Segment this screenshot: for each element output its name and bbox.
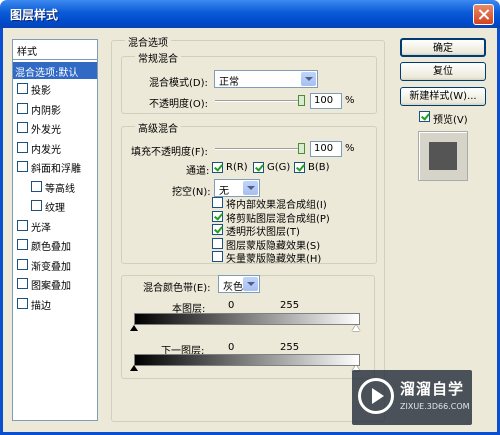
this-layer-max: 255 bbox=[280, 300, 300, 311]
style-item-label: 等高线 bbox=[45, 183, 75, 195]
style-list: 样式 混合选项:默认 投影内阴影外发光内发光斜面和浮雕等高线纹理光泽颜色叠加渐变… bbox=[12, 39, 98, 421]
reset-button[interactable]: 复位 bbox=[400, 62, 486, 81]
style-item-checkbox[interactable] bbox=[17, 102, 28, 114]
style-item-label: 斜面和浮雕 bbox=[31, 164, 81, 175]
style-item-checkbox[interactable] bbox=[17, 161, 28, 172]
style-item-checkbox[interactable] bbox=[17, 219, 28, 231]
style-item[interactable]: 颜色叠加 bbox=[15, 236, 97, 254]
style-item[interactable]: 内阴影 bbox=[15, 100, 97, 118]
watermark: 溜溜自学 ZIXUE.3D66.COM bbox=[352, 370, 472, 425]
under-layer-max: 255 bbox=[280, 342, 300, 353]
advanced-option-label: 矢量蒙版隐藏效果(H) bbox=[226, 254, 322, 265]
preview-swatch bbox=[429, 142, 457, 170]
advanced-option-checkbox[interactable] bbox=[212, 237, 223, 249]
style-item-checkbox[interactable] bbox=[31, 180, 42, 192]
channel-g-checkbox[interactable] bbox=[253, 162, 264, 173]
style-item[interactable]: 投影 bbox=[15, 80, 97, 98]
style-item-checkbox[interactable] bbox=[17, 297, 28, 309]
ok-button[interactable]: 确定 bbox=[400, 38, 486, 57]
opacity-label: 不透明度(O): bbox=[149, 99, 209, 110]
blend-mode-label: 混合模式(D): bbox=[149, 78, 208, 89]
advanced-blending-title: 高级混合 bbox=[135, 120, 181, 135]
opacity-input[interactable]: 100 bbox=[310, 93, 342, 109]
knockout-select[interactable]: 无 bbox=[214, 179, 260, 197]
fill-opacity-slider-thumb[interactable] bbox=[298, 143, 305, 154]
this-layer-min: 0 bbox=[228, 300, 235, 311]
style-item-label: 光泽 bbox=[31, 222, 51, 234]
fill-opacity-slider[interactable] bbox=[215, 143, 305, 154]
play-logo-icon bbox=[358, 378, 394, 414]
fill-opacity-unit: % bbox=[345, 143, 355, 154]
style-item-label: 内阴影 bbox=[31, 105, 61, 117]
preview-label: 预览(V) bbox=[433, 115, 468, 126]
style-item-label: 外发光 bbox=[31, 125, 61, 136]
under-layer-black-slider[interactable] bbox=[130, 365, 138, 371]
opacity-slider[interactable] bbox=[215, 95, 305, 106]
under-layer-gradient bbox=[134, 354, 360, 366]
style-preview bbox=[418, 131, 468, 181]
channels-label: 通道: bbox=[186, 166, 210, 177]
chevron-down-icon[interactable] bbox=[301, 72, 316, 86]
this-layer-white-slider[interactable] bbox=[352, 325, 360, 331]
style-item[interactable]: 渐变叠加 bbox=[15, 256, 97, 274]
style-item[interactable]: 外发光 bbox=[15, 119, 97, 137]
advanced-option-checkbox[interactable] bbox=[212, 197, 223, 208]
channel-r-label: R(R) bbox=[226, 162, 248, 173]
style-item-label: 纹理 bbox=[45, 203, 65, 214]
style-item-checkbox[interactable] bbox=[31, 200, 42, 211]
style-item-label: 图案叠加 bbox=[31, 281, 71, 292]
this-layer-black-slider[interactable] bbox=[130, 325, 138, 331]
style-item-label: 内发光 bbox=[31, 144, 61, 156]
opacity-unit: % bbox=[345, 95, 355, 106]
blend-options-title: 混合选项 bbox=[125, 34, 171, 49]
style-item[interactable]: 纹理 bbox=[15, 197, 97, 215]
blend-if-label: 混合颜色带(E): bbox=[143, 283, 211, 294]
this-layer-gradient bbox=[134, 313, 360, 325]
style-item-label: 颜色叠加 bbox=[31, 242, 71, 253]
general-blending-title: 常规混合 bbox=[135, 50, 181, 65]
fill-opacity-label: 填充不透明度(F): bbox=[131, 147, 208, 158]
style-item-label: 投影 bbox=[31, 86, 51, 97]
window-title: 图层样式 bbox=[10, 8, 59, 22]
style-item[interactable]: 描边 bbox=[15, 295, 97, 313]
channel-r-checkbox[interactable] bbox=[212, 162, 223, 173]
style-item-label: 渐变叠加 bbox=[31, 261, 71, 273]
fill-opacity-input[interactable]: 100 bbox=[310, 141, 342, 157]
advanced-option-checkbox[interactable] bbox=[212, 224, 223, 235]
style-item[interactable]: 内发光 bbox=[15, 139, 97, 157]
style-item[interactable]: 图案叠加 bbox=[15, 275, 97, 293]
chevron-down-icon[interactable] bbox=[243, 181, 258, 195]
watermark-url: ZIXUE.3D66.COM bbox=[400, 402, 470, 411]
opacity-slider-thumb[interactable] bbox=[298, 95, 305, 106]
close-icon[interactable] bbox=[473, 4, 494, 25]
knockout-label: 挖空(N): bbox=[172, 187, 211, 198]
style-list-header[interactable]: 样式 bbox=[13, 40, 97, 60]
blend-mode-select[interactable]: 正常 bbox=[214, 70, 318, 88]
style-item-checkbox[interactable] bbox=[17, 122, 28, 133]
channel-b-checkbox[interactable] bbox=[294, 162, 305, 173]
style-item-checkbox[interactable] bbox=[17, 141, 28, 153]
style-item-label: 描边 bbox=[31, 300, 51, 312]
style-item[interactable]: 斜面和浮雕 bbox=[15, 158, 97, 176]
style-item-blend-options[interactable]: 混合选项:默认 bbox=[13, 62, 97, 79]
advanced-option-checkbox[interactable] bbox=[212, 210, 223, 222]
under-layer-min: 0 bbox=[228, 342, 235, 353]
blend-if-select[interactable]: 灰色 bbox=[218, 275, 260, 293]
new-style-button[interactable]: 新建样式(W)... bbox=[400, 87, 486, 106]
style-item-checkbox[interactable] bbox=[17, 239, 28, 250]
style-item-checkbox[interactable] bbox=[17, 278, 28, 289]
channel-b-label: B(B) bbox=[308, 162, 330, 173]
style-item[interactable]: 等高线 bbox=[15, 178, 97, 196]
style-item-checkbox[interactable] bbox=[17, 258, 28, 270]
watermark-name: 溜溜自学 bbox=[400, 380, 465, 398]
chevron-down-icon[interactable] bbox=[243, 277, 258, 291]
preview-checkbox[interactable] bbox=[419, 111, 430, 122]
channel-g-label: G(G) bbox=[267, 162, 291, 173]
advanced-option-checkbox[interactable] bbox=[212, 251, 223, 262]
style-item-checkbox[interactable] bbox=[17, 83, 28, 94]
style-item[interactable]: 光泽 bbox=[15, 217, 97, 235]
title-bar[interactable]: 图层样式 bbox=[0, 0, 500, 28]
